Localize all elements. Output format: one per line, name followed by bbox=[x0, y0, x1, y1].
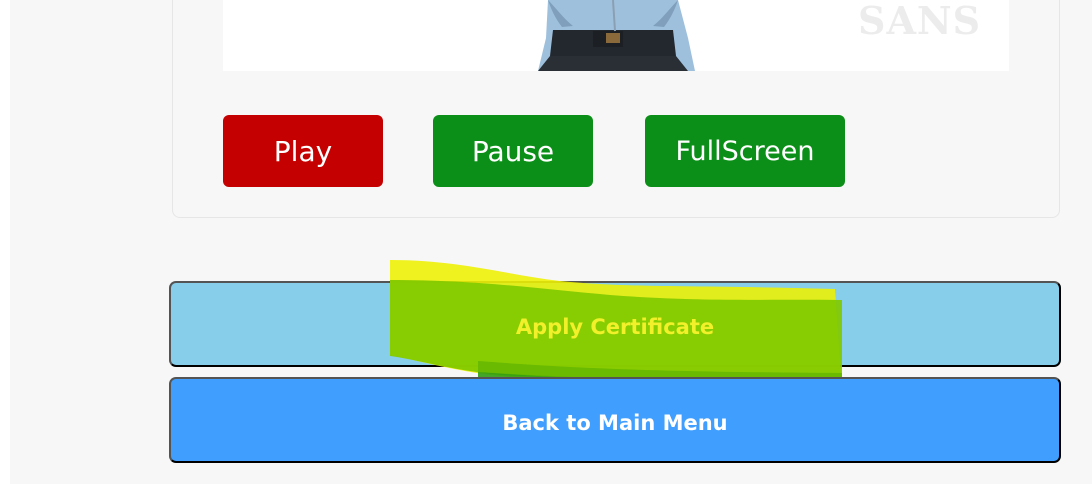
play-button[interactable]: Play bbox=[223, 115, 383, 187]
back-to-main-menu-button[interactable]: Back to Main Menu bbox=[169, 377, 1061, 463]
video-frame[interactable]: SANS bbox=[223, 0, 1009, 71]
video-watermark: SANS bbox=[858, 0, 982, 43]
presenter-video-image bbox=[518, 0, 708, 71]
pause-button[interactable]: Pause bbox=[433, 115, 593, 187]
apply-certificate-label: Apply Certificate bbox=[515, 315, 715, 339]
apply-certificate-button[interactable]: Apply Certificate bbox=[169, 281, 1061, 367]
fullscreen-button[interactable]: FullScreen bbox=[645, 115, 845, 187]
